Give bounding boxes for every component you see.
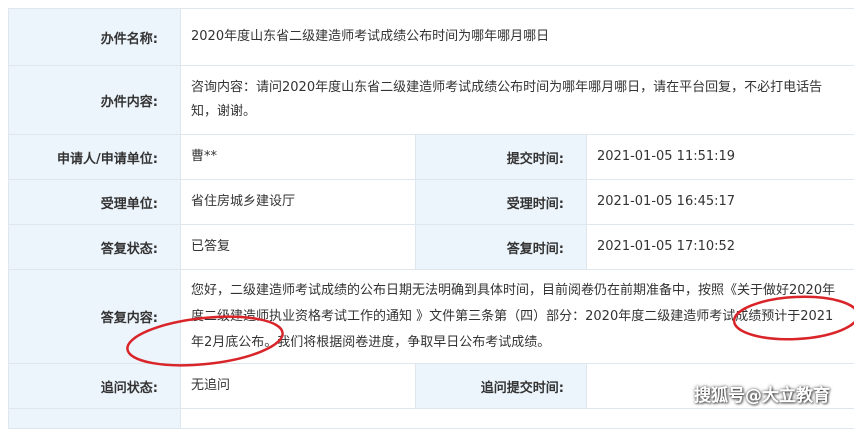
row-reply-status: 答复状态: 已答复 答复时间: 2021-01-05 17:10:52 [9, 225, 854, 270]
row-accept: 受理单位: 省住房城乡建设厅 受理时间: 2021-01-05 16:45:17 [9, 180, 854, 225]
applicant-label: 申请人/申请单位: [9, 135, 181, 180]
reply-time-label: 答复时间: [416, 225, 587, 270]
case-name-label: 办件名称: [9, 9, 181, 66]
followup-time-label: 追问提交时间: [416, 364, 587, 409]
reply-content-label: 答复内容: [9, 270, 181, 364]
accept-unit-label: 受理单位: [9, 180, 181, 225]
accept-time-label: 受理时间: [416, 180, 587, 225]
reply-status-value: 已答复 [181, 225, 416, 270]
row-applicant: 申请人/申请单位: 曹** 提交时间: 2021-01-05 11:51:19 [9, 135, 854, 180]
accept-time-value: 2021-01-05 16:45:17 [587, 180, 854, 225]
followup-status-value: 无追问 [181, 364, 416, 409]
row-case-content: 办件内容: 咨询内容：请问2020年度山东省二级建造师考试成绩公布时间为哪年哪月… [9, 66, 854, 135]
partial-value-cell [181, 409, 854, 429]
watermark-text: 搜狐号@大立教育 [694, 381, 830, 406]
submit-time-label: 提交时间: [416, 135, 587, 180]
case-content-label: 办件内容: [9, 66, 181, 135]
reply-content-value: 您好，二级建造师考试成绩的公布日期无法明确到具体时间，目前阅卷仍在前期准备中，按… [181, 270, 854, 364]
reply-status-label: 答复状态: [9, 225, 181, 270]
row-partial [9, 409, 854, 429]
followup-status-label: 追问状态: [9, 364, 181, 409]
reply-time-value: 2021-01-05 17:10:52 [587, 225, 854, 270]
case-name-value: 2020年度山东省二级建造师考试成绩公布时间为哪年哪月哪日 [181, 9, 854, 66]
submit-time-value: 2021-01-05 11:51:19 [587, 135, 854, 180]
partial-label-cell [9, 409, 181, 429]
accept-unit-value: 省住房城乡建设厅 [181, 180, 416, 225]
consultation-detail-table: 办件名称: 2020年度山东省二级建造师考试成绩公布时间为哪年哪月哪日 办件内容… [8, 8, 854, 429]
row-case-name: 办件名称: 2020年度山东省二级建造师考试成绩公布时间为哪年哪月哪日 [9, 9, 854, 66]
case-content-value: 咨询内容：请问2020年度山东省二级建造师考试成绩公布时间为哪年哪月哪日，请在平… [181, 66, 854, 135]
applicant-value: 曹** [181, 135, 416, 180]
row-reply-content: 答复内容: 您好，二级建造师考试成绩的公布日期无法明确到具体时间，目前阅卷仍在前… [9, 270, 854, 364]
